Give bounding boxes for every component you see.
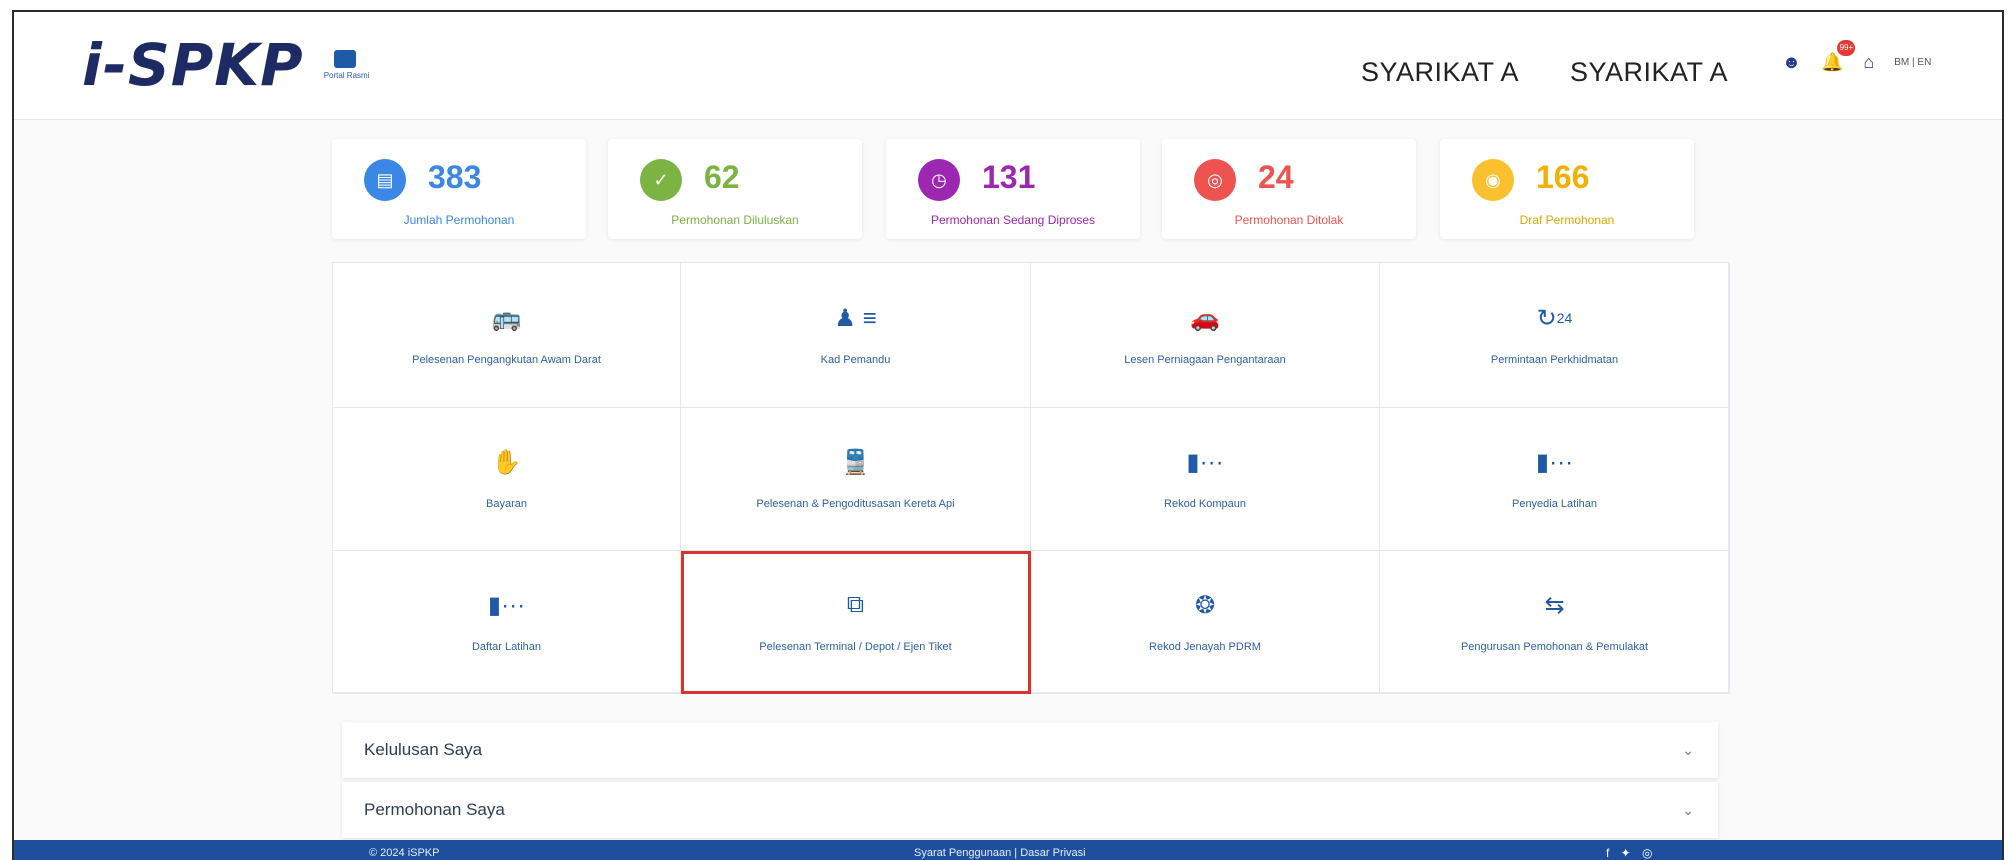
stat-value: 24 xyxy=(1258,159,1294,195)
stat-value: 131 xyxy=(982,159,1036,195)
terminal-icon: ⧉ xyxy=(846,591,865,618)
stat-value: 62 xyxy=(704,159,740,195)
train-icon: 🚆 xyxy=(840,448,871,476)
copyright-text: © 2024 iSPKP xyxy=(369,847,440,859)
tile-label: Lesen Perniagaan Pengantaraan xyxy=(1124,354,1286,366)
tile-land-transport-licensing[interactable]: 🚌 Pelesenan Pengangkutan Awam Darat xyxy=(333,263,681,408)
tile-driver-card[interactable]: ♟ ≡ Kad Pemandu xyxy=(681,263,1031,408)
police-badge-icon: ❂ xyxy=(1194,591,1216,619)
user-icon[interactable]: ☻ xyxy=(1782,52,1801,73)
home-icon[interactable]: ⌂ xyxy=(1863,52,1874,73)
car-wifi-icon: 🚗 xyxy=(1190,304,1220,332)
tile-label: Rekod Jenayah PDRM xyxy=(1149,641,1261,653)
check-circle-icon: ✓ xyxy=(640,159,682,201)
payment-hand-icon: ✋ xyxy=(491,448,522,476)
tile-label: Pelesenan Terminal / Depot / Ejen Tiket xyxy=(759,641,952,653)
logo-subtext: Portal Rasmi xyxy=(323,71,370,80)
door-exit-icon: ▮··· xyxy=(1186,448,1224,476)
stat-card-rejected[interactable]: ◎ 24 Permohonan Ditolak xyxy=(1162,139,1416,239)
tile-compound-record[interactable]: ▮··· Rekod Kompaun xyxy=(1031,408,1380,551)
cancel-icon: ◎ xyxy=(1194,159,1236,201)
management-icon: ⇆ xyxy=(1544,591,1565,619)
logo-text: i-SPKP xyxy=(82,31,304,99)
top-navbar: i-SPKP Portal Rasmi SYARIKAT A SYARIKAT … xyxy=(14,12,2002,120)
stat-label: Jumlah Permohonan xyxy=(403,213,515,227)
logo-sub: Portal Rasmi xyxy=(323,50,370,80)
footer: © 2024 iSPKP Syarat Penggunaan | Dasar P… xyxy=(14,840,2002,860)
service-24-icon: ↻ 24 xyxy=(1536,304,1573,332)
tile-label: Kad Pemandu xyxy=(820,354,891,366)
door-exit-icon: ▮··· xyxy=(1535,448,1574,476)
tile-label: Rekod Kompaun xyxy=(1164,498,1246,510)
chevron-down-icon[interactable]: ⌄ xyxy=(1682,742,1694,759)
tile-service-request[interactable]: ↻ 24 Permintaan Perkhidmatan xyxy=(1380,263,1730,408)
social-icons[interactable]: f ✦ ◎ xyxy=(1606,846,1657,860)
ministry-logo-icon xyxy=(333,50,356,68)
accordion-my-applications[interactable]: Permohonan Saya ⌄ xyxy=(342,782,1718,838)
tile-application-management[interactable]: ⇆ Pengurusan Pemohonan & Pemulakat xyxy=(1380,551,1730,694)
stat-label: Permohonan Sedang Diproses xyxy=(930,213,1096,227)
notification-badge: 99+ xyxy=(1837,40,1856,56)
draft-icon: ◉ xyxy=(1472,159,1514,201)
stat-value: 383 xyxy=(428,159,482,195)
language-switcher[interactable]: BM | EN xyxy=(1894,57,1931,68)
service-grid: 🚌 Pelesenan Pengangkutan Awam Darat ♟ ≡ … xyxy=(332,262,1730,694)
stat-value: 166 xyxy=(1536,159,1590,195)
bell-icon[interactable]: 🔔 99+ xyxy=(1821,40,1856,73)
header-actions: ☻ 🔔 99+ ⌂ BM | EN xyxy=(1782,40,1931,73)
tile-label: Bayaran xyxy=(486,498,527,510)
tile-label: Pengurusan Pemohonan & Pemulakat xyxy=(1460,641,1649,653)
company-name-secondary[interactable]: SYARIKAT A xyxy=(1570,57,1728,88)
company-name-primary[interactable]: SYARIKAT A xyxy=(1361,57,1519,88)
id-card-icon: ♟ ≡ xyxy=(834,304,877,332)
stat-card-total[interactable]: ▤ 383 Jumlah Permohonan xyxy=(332,139,586,239)
stat-label: Permohonan Ditolak xyxy=(1234,213,1344,227)
stat-label: Draf Permohonan xyxy=(1519,213,1615,227)
tile-label: Permintaan Perkhidmatan xyxy=(1490,354,1619,366)
accordion-title: Kelulusan Saya xyxy=(364,740,483,759)
tile-label: Penyedia Latihan xyxy=(1511,498,1597,510)
tile-payment[interactable]: ✋ Bayaran xyxy=(333,408,681,551)
door-exit-icon: ▮··· xyxy=(487,591,526,619)
document-icon: ▤ xyxy=(364,159,406,201)
tile-intermediary-license[interactable]: 🚗 Lesen Perniagaan Pengantaraan xyxy=(1031,263,1380,408)
accordion-title: Permohonan Saya xyxy=(364,800,505,819)
stat-label: Permohonan Diluluskan xyxy=(671,213,799,227)
accordion-my-approvals[interactable]: Kelulusan Saya ⌄ xyxy=(342,722,1718,778)
stat-card-draft[interactable]: ◉ 166 Draf Permohonan xyxy=(1440,139,1694,239)
stat-card-processing[interactable]: ◷ 131 Permohonan Sedang Diproses xyxy=(886,139,1140,239)
tile-training-registration[interactable]: ▮··· Daftar Latihan xyxy=(333,551,681,694)
tile-label: Pelesenan Pengangkutan Awam Darat xyxy=(412,354,601,366)
tile-label: Daftar Latihan xyxy=(471,641,542,653)
tile-label: Pelesenan & Pengoditusasan Kereta Api xyxy=(756,498,955,510)
app-window: i-SPKP Portal Rasmi SYARIKAT A SYARIKAT … xyxy=(12,10,2004,860)
clock-icon: ◷ xyxy=(918,159,960,201)
tile-terminal-depot-licensing[interactable]: ⧉ Pelesenan Terminal / Depot / Ejen Tike… xyxy=(681,551,1031,694)
chevron-down-icon[interactable]: ⌄ xyxy=(1682,802,1694,819)
app-logo[interactable]: i-SPKP Portal Rasmi xyxy=(82,30,369,100)
stat-card-approved[interactable]: ✓ 62 Permohonan Diluluskan xyxy=(608,139,862,239)
tile-criminal-record[interactable]: ❂ Rekod Jenayah PDRM xyxy=(1031,551,1380,694)
tile-training-provider[interactable]: ▮··· Penyedia Latihan xyxy=(1380,408,1730,551)
tile-railway-licensing[interactable]: 🚆 Pelesenan & Pengoditusasan Kereta Api xyxy=(681,408,1031,551)
bus-car-icon: 🚌 xyxy=(491,304,522,332)
footer-links[interactable]: Syarat Penggunaan | Dasar Privasi xyxy=(914,847,1086,859)
